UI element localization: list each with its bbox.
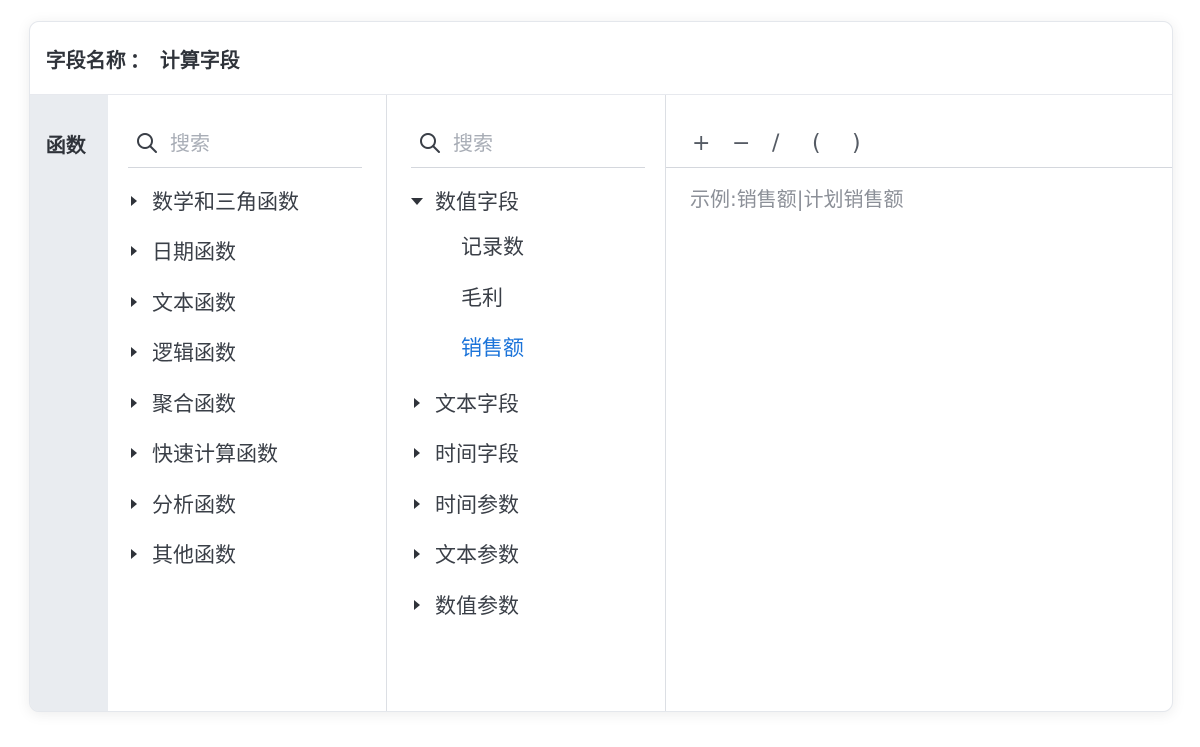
caret-right-icon — [128, 296, 140, 308]
operator-minus-button[interactable]: − — [732, 131, 772, 156]
operator-close-paren-button[interactable]: ) — [852, 131, 892, 156]
search-icon — [420, 133, 440, 153]
function-category-item[interactable]: 数学和三角函数 — [128, 183, 299, 219]
function-category-label: 其他函数 — [152, 543, 236, 567]
operator-open-paren-button[interactable]: ( — [812, 131, 852, 156]
field-group-label: 文本参数 — [435, 543, 519, 567]
field-group-item[interactable]: 时间参数 — [411, 486, 519, 522]
field-name-header: 字段名称 ： 计算字段 — [30, 22, 1172, 95]
function-category-item[interactable]: 日期函数 — [128, 233, 236, 269]
caret-right-icon — [128, 447, 140, 459]
function-category-label: 文本函数 — [152, 291, 236, 315]
caret-right-icon — [128, 498, 140, 510]
caret-right-icon — [128, 195, 140, 207]
caret-right-icon — [411, 397, 423, 409]
search-icon — [137, 133, 157, 153]
category-sidebar: 函数 — [30, 95, 108, 711]
caret-right-icon — [128, 346, 140, 358]
operator-divide-button[interactable]: / — [772, 131, 812, 156]
caret-right-icon — [411, 548, 423, 560]
fields-search — [411, 119, 645, 168]
field-group-label: 文本字段 — [435, 392, 519, 416]
field-name-label: 字段名称 — [46, 47, 126, 72]
operator-toolbar: + − / ( ) — [666, 119, 1172, 168]
function-category-item[interactable]: 聚合函数 — [128, 385, 236, 421]
function-category-label: 快速计算函数 — [152, 442, 278, 466]
field-group-label: 时间参数 — [435, 493, 519, 517]
operator-plus-button[interactable]: + — [692, 131, 732, 156]
field-group-label: 数值参数 — [435, 594, 519, 618]
field-group-item[interactable]: 文本字段 — [411, 385, 519, 421]
fields-panel: 数值字段 记录数 毛利 销售额 文本字段 时间字段 — [387, 95, 666, 711]
fields-search-input[interactable] — [453, 131, 633, 155]
field-item-label: 毛利 — [461, 286, 503, 310]
caret-right-icon — [128, 397, 140, 409]
function-category-item[interactable]: 文本函数 — [128, 284, 236, 320]
caret-right-icon — [128, 245, 140, 257]
field-group-numeric[interactable]: 数值字段 — [411, 183, 519, 219]
function-category-item[interactable]: 逻辑函数 — [128, 334, 236, 370]
field-item-label: 销售额 — [461, 336, 524, 360]
function-category-item[interactable]: 其他函数 — [128, 536, 236, 572]
field-item-gross-profit[interactable]: 毛利 — [461, 279, 503, 315]
function-category-label: 逻辑函数 — [152, 341, 236, 365]
caret-right-icon — [411, 447, 423, 459]
function-category-label: 聚合函数 — [152, 392, 236, 416]
field-item-label: 记录数 — [461, 235, 524, 259]
field-name-separator: ： — [130, 47, 150, 72]
function-category-item[interactable]: 分析函数 — [128, 486, 236, 522]
functions-search-input[interactable] — [170, 131, 350, 155]
formula-input[interactable]: 示例:销售额|计划销售额 — [690, 183, 903, 212]
field-group-item[interactable]: 文本参数 — [411, 536, 519, 572]
functions-search — [128, 119, 362, 168]
field-item-record-count[interactable]: 记录数 — [461, 228, 524, 264]
caret-right-icon — [128, 548, 140, 560]
formula-editor-panel: + − / ( ) 示例:销售额|计划销售额 — [666, 95, 1172, 711]
calculated-field-dialog: 字段名称 ： 计算字段 函数 数学和三角函数 — [29, 21, 1173, 712]
field-group-item[interactable]: 时间字段 — [411, 435, 519, 471]
function-category-label: 分析函数 — [152, 493, 236, 517]
field-group-label: 时间字段 — [435, 442, 519, 466]
caret-right-icon — [411, 498, 423, 510]
field-group-label: 数值字段 — [435, 190, 519, 214]
functions-panel: 数学和三角函数 日期函数 文本函数 逻辑函数 聚合函数 — [108, 95, 387, 711]
field-name-value[interactable]: 计算字段 — [160, 44, 240, 73]
function-category-item[interactable]: 快速计算函数 — [128, 435, 278, 471]
category-functions-tab[interactable]: 函数 — [46, 129, 86, 158]
caret-down-icon — [411, 195, 423, 207]
caret-right-icon — [411, 599, 423, 611]
field-item-sales[interactable]: 销售额 — [461, 329, 524, 365]
function-category-label: 数学和三角函数 — [152, 190, 299, 214]
function-category-label: 日期函数 — [152, 240, 236, 264]
field-group-item[interactable]: 数值参数 — [411, 587, 519, 623]
